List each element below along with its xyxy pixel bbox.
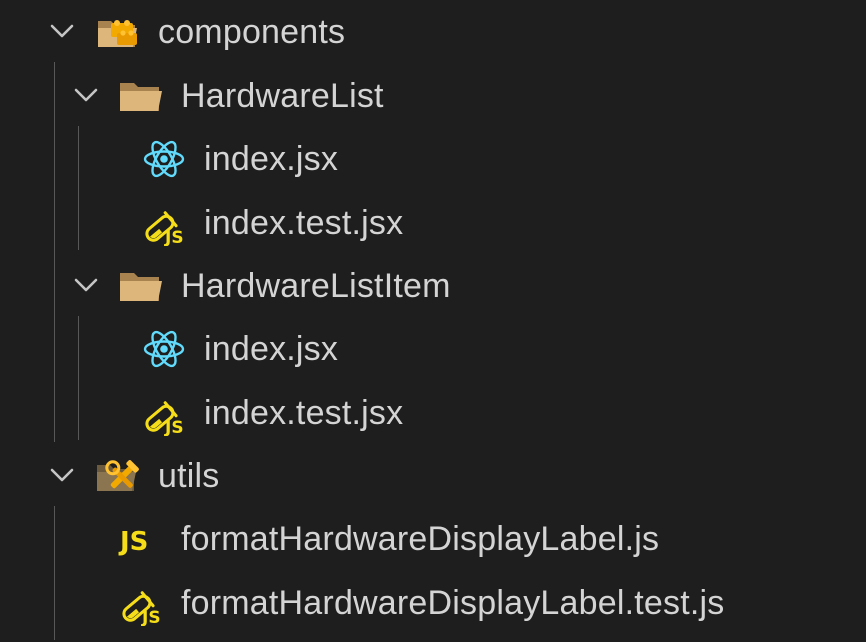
svg-text:JS: JS	[141, 608, 161, 626]
file-label: index.test.jsx	[204, 204, 404, 242]
react-icon	[143, 330, 185, 368]
svg-text:JS: JS	[164, 418, 184, 436]
chevron-down-icon[interactable]	[72, 81, 100, 109]
file-format-hardware-display-label-js[interactable]: JS formatHardwareDisplayLabel.js	[0, 507, 866, 569]
components-folder-icon	[98, 20, 137, 47]
test-js-icon: JS	[145, 211, 184, 246]
folder-label: HardwareListItem	[181, 267, 451, 305]
folder-components[interactable]: components	[0, 0, 866, 62]
folder-hardware-list-item[interactable]: HardwareListItem	[0, 254, 866, 316]
folder-label: utils	[158, 457, 220, 495]
file-index-test-jsx[interactable]: JS index.test.jsx	[0, 191, 866, 253]
file-label: index.jsx	[204, 140, 339, 178]
chevron-down-icon[interactable]	[72, 271, 100, 299]
file-label: formatHardwareDisplayLabel.test.js	[181, 584, 725, 622]
file-explorer-tree: components HardwareList index.jsx JS ind…	[0, 0, 866, 642]
folder-hardware-list[interactable]: HardwareList	[0, 64, 866, 126]
folder-utils[interactable]: utils	[0, 444, 866, 506]
folder-open-icon	[120, 83, 162, 111]
file-label: index.test.jsx	[204, 394, 404, 432]
react-icon	[143, 140, 185, 178]
test-js-icon: JS	[145, 401, 184, 436]
chevron-down-icon[interactable]	[48, 17, 76, 45]
utils-folder-icon	[97, 460, 139, 491]
file-label: index.jsx	[204, 330, 339, 368]
file-label: formatHardwareDisplayLabel.js	[181, 520, 660, 558]
svg-text:JS: JS	[164, 228, 184, 246]
javascript-icon: JS	[118, 527, 148, 557]
test-js-icon: JS	[122, 591, 161, 626]
file-index-jsx[interactable]: index.jsx	[0, 127, 866, 189]
file-index-test-jsx[interactable]: JS index.test.jsx	[0, 381, 866, 443]
folder-label: HardwareList	[181, 77, 384, 115]
folder-label: components	[158, 13, 346, 51]
file-index-jsx[interactable]: index.jsx	[0, 317, 866, 379]
javascript-icon-text: JS	[118, 527, 148, 557]
file-format-hardware-display-label-test-js[interactable]: JS formatHardwareDisplayLabel.test.js	[0, 571, 866, 633]
chevron-down-icon[interactable]	[48, 461, 76, 489]
folder-open-icon	[120, 273, 162, 301]
